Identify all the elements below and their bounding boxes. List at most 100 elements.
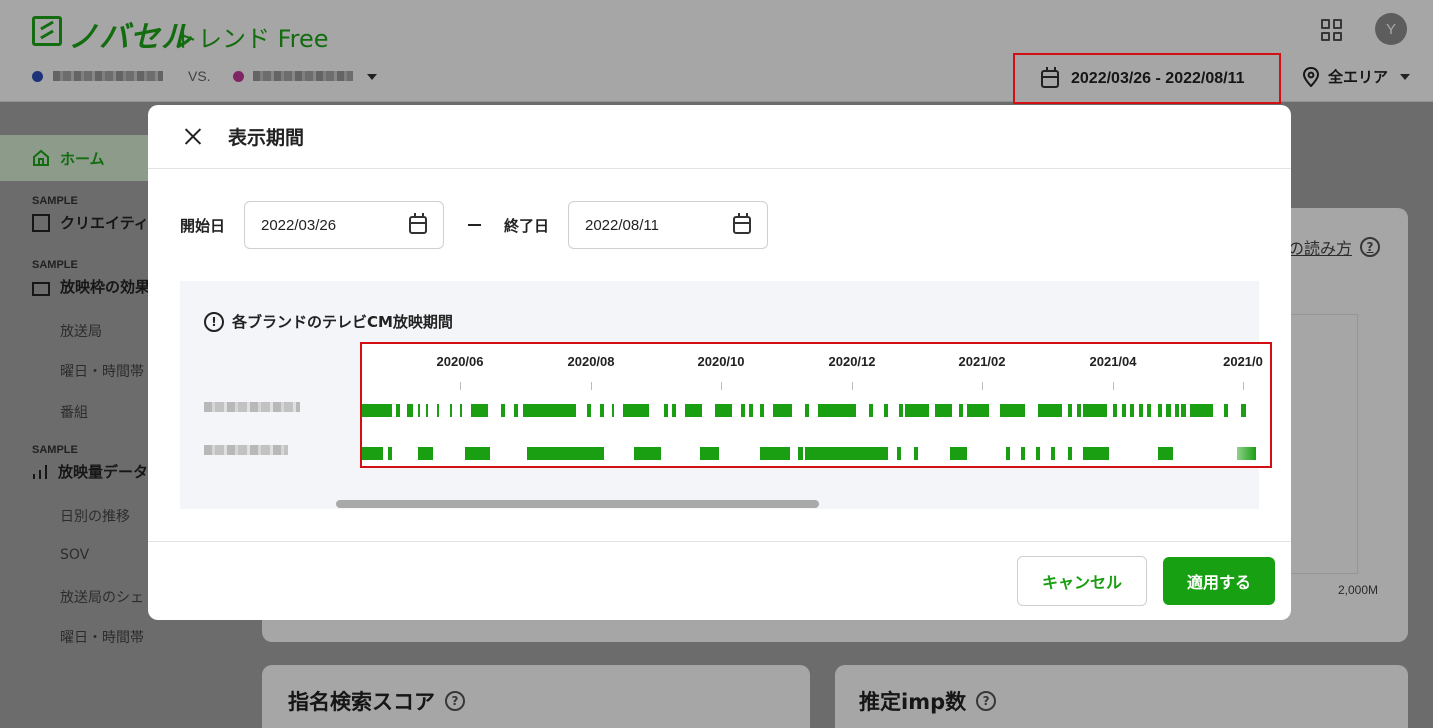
timeline-tick [852,382,853,390]
timeline-segment [896,447,902,460]
timeline-segment [1181,404,1186,417]
timeline-segment [586,404,591,417]
range-dash [468,224,481,226]
brand-a-label [204,402,300,412]
brand-b-label [204,445,288,455]
timeline-segment [1241,404,1246,417]
timeline-segment [1121,404,1126,417]
timeline-segment [1157,404,1163,417]
timeline-segment [804,447,889,460]
timeline-segment [899,404,904,417]
timeline-segment [599,404,604,417]
timeline-segment [1035,447,1041,460]
timeline-segment [362,447,384,460]
timeline-segment [426,404,429,417]
timeline-segment [417,447,433,460]
timeline-segment [526,447,604,460]
timeline-month-label: 2020/10 [697,354,745,369]
period-modal: 表示期間 開始日 2022/03/26 終了日 2022/08/11 ! 各ブラ… [148,105,1291,620]
timeline-segment [958,404,964,417]
timeline-segment [406,404,414,417]
timeline-month-label: 2021/0 [1223,354,1263,369]
modal-header: 表示期間 [148,105,1291,169]
timeline-segment [700,447,720,460]
timeline-segment [1076,404,1081,417]
timeline-segment [759,447,790,460]
timeline-segment [396,404,401,417]
end-date-label: 終了日 [504,217,550,235]
timeline-segment [362,404,392,417]
timeline-segment [905,404,929,417]
timeline-segment [612,404,615,417]
timeline-month-label: 2020/08 [567,354,615,369]
timeline-segment [449,404,452,417]
end-date-input[interactable]: 2022/08/11 [568,201,768,249]
timeline-segment [471,404,489,417]
timeline-segment [1175,404,1180,417]
timeline-month-label: 2020/12 [828,354,876,369]
timeline-segment [1157,447,1173,460]
modal-title: 表示期間 [228,127,305,149]
timeline-segment [663,404,668,417]
modal-footer-divider [148,541,1291,542]
date-range-highlight [1013,53,1281,104]
timeline-segment [869,404,874,417]
timeline-segment [522,404,576,417]
timeline-tick [1113,382,1114,390]
start-date-label: 開始日 [180,217,226,235]
close-icon[interactable] [184,127,202,145]
calendar-icon[interactable] [733,213,751,234]
timeline-segment [999,404,1026,417]
timeline-segment [772,404,793,417]
timeline-segment [935,404,953,417]
timeline-segment [460,404,463,417]
timeline-segment [759,404,765,417]
timeline-segment [1083,447,1109,460]
period-title-text: 各ブランドのテレビCM放映期間 [232,313,453,331]
timeline-segment [1020,447,1026,460]
timeline-segment [1083,404,1107,417]
timeline-segment [804,404,810,417]
timeline-segment [387,447,392,460]
timeline-segment [1005,447,1011,460]
timeline-segment [749,404,754,417]
start-date-input[interactable]: 2022/03/26 [244,201,444,249]
calendar-icon[interactable] [409,213,427,234]
timeline-segment [417,404,420,417]
timeline-segment [685,404,703,417]
timeline-content: 2020/06 2020/08 2020/10 2020/12 2021/02 2021/… [362,344,1270,466]
timeline-tick [460,382,461,390]
timeline-segment [914,447,919,460]
end-date-value: 2022/08/11 [585,216,659,234]
timeline-month-label: 2020/06 [436,354,484,369]
timeline-segment [967,404,989,417]
timeline-segment [1050,447,1056,460]
timeline-month-label: 2021/02 [958,354,1006,369]
timeline-segment [884,404,889,417]
cancel-button[interactable]: キャンセル [1017,556,1147,606]
info-icon: ! [204,311,224,332]
timeline-segment [1189,404,1214,417]
timeline-segment [633,447,662,460]
timeline-segment [501,404,506,417]
apply-button[interactable]: 適用する [1163,557,1275,605]
timeline-segment [715,404,733,417]
start-date-value: 2022/03/26 [261,216,337,234]
timeline-segment [436,404,439,417]
timeline-segment [1038,404,1062,417]
timeline-segment [1112,404,1118,417]
timeline-tick [591,382,592,390]
broadcast-timeline[interactable]: 2020/06 2020/08 2020/10 2020/12 2021/02 2021/… [360,342,1272,468]
timeline-segment [740,404,745,417]
timeline-tick [1243,382,1244,390]
timeline-segment [464,447,491,460]
timeline-segment [1224,404,1229,417]
timeline-segment [1138,404,1143,417]
timeline-segment [1068,404,1073,417]
period-title: ! 各ブランドのテレビCM放映期間 [204,311,453,332]
timeline-segment [672,404,677,417]
timeline-segment [1147,404,1152,417]
timeline-segment [513,404,519,417]
timeline-scrollbar[interactable] [336,500,819,508]
timeline-tick [721,382,722,390]
